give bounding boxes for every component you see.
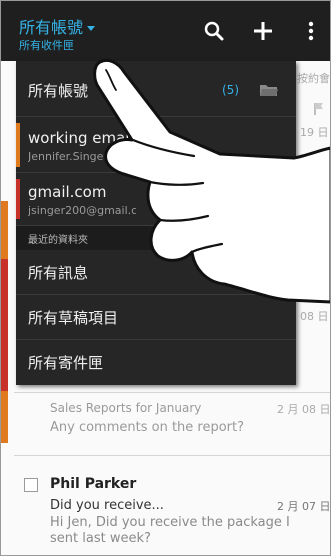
screen-border [0, 0, 331, 556]
